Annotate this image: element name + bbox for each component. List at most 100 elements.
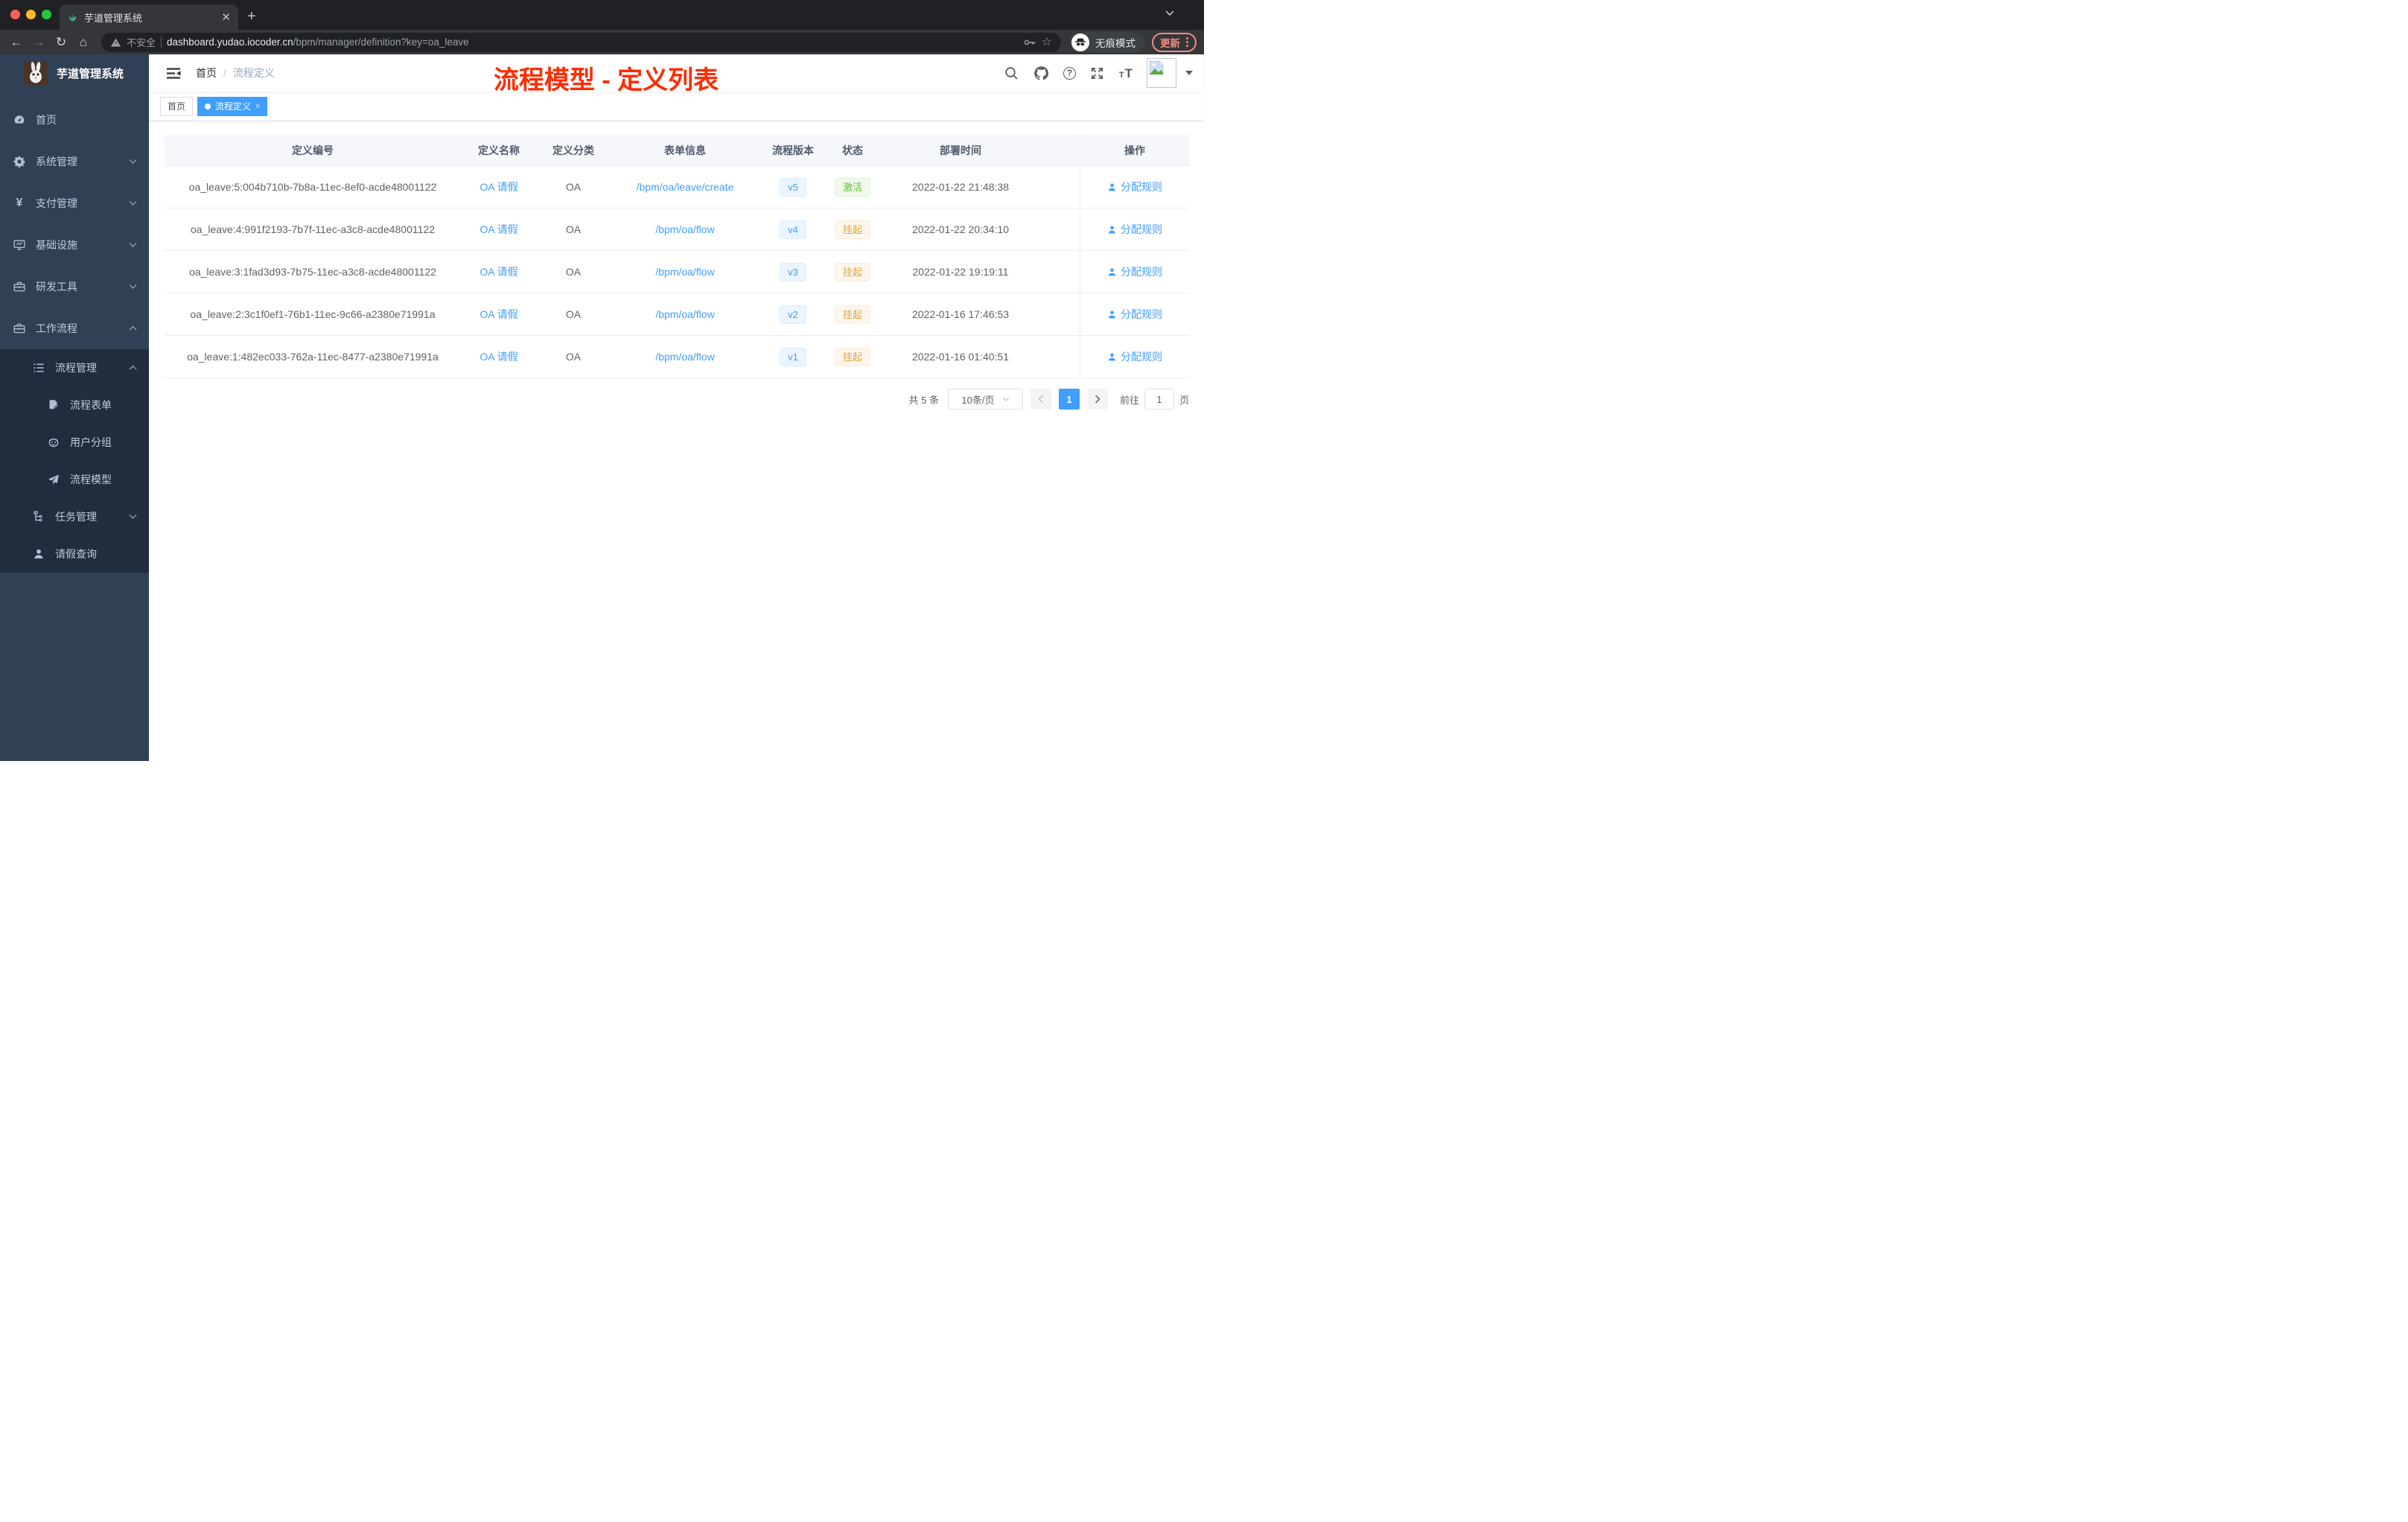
zoom-window-button[interactable] bbox=[42, 10, 51, 19]
version-badge: v1 bbox=[780, 347, 806, 366]
navbar-actions: ? TT bbox=[1004, 58, 1193, 88]
incognito-icon bbox=[1071, 33, 1089, 51]
chevron-down-icon bbox=[129, 284, 137, 290]
definition-name-link[interactable]: OA 请假 bbox=[480, 223, 517, 235]
tag-process-definition[interactable]: 流程定义 × bbox=[197, 96, 268, 116]
chevron-down-icon bbox=[129, 201, 137, 206]
form-link[interactable]: /bpm/oa/flow bbox=[655, 351, 714, 363]
form-icon bbox=[48, 399, 60, 411]
status-badge: 挂起 bbox=[834, 347, 870, 366]
chevron-right-icon bbox=[1095, 395, 1101, 404]
user-icon bbox=[33, 548, 45, 560]
sidebar-logo[interactable]: 芋道管理系统 bbox=[0, 54, 149, 92]
tag-home[interactable]: 首页 bbox=[160, 96, 194, 116]
page-number-button[interactable]: 1 bbox=[1058, 389, 1080, 410]
sidebar-item-process-form[interactable]: 流程表单 bbox=[0, 386, 149, 424]
tab-title: 芋道管理系统 bbox=[84, 12, 143, 24]
sidebar-item-task-mgmt[interactable]: 任务管理 bbox=[0, 498, 149, 535]
page-size-select[interactable]: 10条/页 bbox=[947, 389, 1023, 410]
gear-icon bbox=[13, 156, 25, 168]
app-root: 芋道管理系统 首页 系统管理 ¥ 支付管理 基础设施 研发工具 工作流程 流程管… bbox=[0, 54, 1204, 761]
sidebar-item-devtools[interactable]: 研发工具 bbox=[0, 266, 149, 308]
form-link[interactable]: /bpm/oa/flow bbox=[655, 308, 714, 320]
prev-page-button[interactable] bbox=[1030, 389, 1051, 410]
tab-search-chevron-icon[interactable] bbox=[1165, 10, 1174, 16]
sidebar-item-process-model[interactable]: 流程模型 bbox=[0, 461, 149, 498]
tag-close-icon[interactable]: × bbox=[255, 102, 260, 111]
form-link[interactable]: /bpm/oa/flow bbox=[655, 223, 714, 235]
form-link[interactable]: /bpm/oa/flow bbox=[655, 266, 714, 278]
browser-menu-icon[interactable] bbox=[1186, 37, 1188, 47]
home-icon[interactable]: ⌂ bbox=[74, 36, 92, 48]
incognito-badge: 无痕模式 bbox=[1070, 31, 1144, 53]
github-icon[interactable] bbox=[1033, 65, 1050, 81]
deploy-time: 2022-01-16 01:40:51 bbox=[912, 351, 1009, 363]
assign-rule-link[interactable]: 分配规则 bbox=[1107, 307, 1162, 322]
main-area: 首页 / 流程定义 流程模型 - 定义列表 ? TT 首页 流程定义 × 定义编… bbox=[149, 54, 1204, 761]
definition-name-link[interactable]: OA 请假 bbox=[480, 308, 517, 320]
definition-id: oa_leave:2:3c1f0ef1-76b1-11ec-9c66-a2380… bbox=[190, 308, 436, 320]
next-page-button[interactable] bbox=[1086, 389, 1108, 410]
version-badge: v2 bbox=[780, 305, 806, 324]
dashboard-icon bbox=[13, 114, 25, 126]
deploy-time: 2022-01-22 20:34:10 bbox=[912, 223, 1009, 235]
form-link[interactable]: /bpm/oa/leave/create bbox=[637, 181, 734, 193]
active-tag-dot bbox=[205, 103, 211, 109]
definition-name-link[interactable]: OA 请假 bbox=[480, 181, 517, 193]
goto-page-input[interactable] bbox=[1144, 389, 1174, 410]
assign-rule-link[interactable]: 分配规则 bbox=[1107, 222, 1162, 237]
url-text: dashboard.yudao.iocoder.cn/bpm/manager/d… bbox=[167, 36, 1018, 48]
sidebar-item-process-mgmt[interactable]: 流程管理 bbox=[0, 349, 149, 386]
app-navbar: 首页 / 流程定义 流程模型 - 定义列表 ? TT bbox=[149, 54, 1204, 95]
browser-tabstrip: 芋道管理系统 ✕ + bbox=[0, 0, 1204, 30]
deploy-time: 2022-01-22 19:19:11 bbox=[912, 266, 1009, 278]
font-size-icon[interactable]: TT bbox=[1119, 67, 1133, 80]
fullscreen-icon[interactable] bbox=[1089, 65, 1106, 81]
minimize-window-button[interactable] bbox=[26, 10, 36, 19]
address-bar[interactable]: 不安全 dashboard.yudao.iocoder.cn/bpm/manag… bbox=[101, 32, 1061, 52]
update-label: 更新 bbox=[1160, 37, 1180, 49]
pagination-total: 共 5 条 bbox=[908, 394, 939, 406]
new-tab-button[interactable]: + bbox=[247, 9, 256, 24]
pagination: 共 5 条 10条/页 1 前往 页 bbox=[164, 389, 1189, 410]
breadcrumb-home-link[interactable]: 首页 bbox=[196, 66, 217, 80]
sidebar-collapse-icon[interactable] bbox=[160, 67, 187, 80]
reload-icon[interactable]: ↻ bbox=[52, 36, 70, 48]
app-title: 芋道管理系统 bbox=[57, 67, 124, 80]
definition-name-link[interactable]: OA 请假 bbox=[480, 266, 517, 278]
avatar-caret-icon[interactable] bbox=[1185, 71, 1193, 75]
back-icon[interactable]: ← bbox=[7, 36, 25, 48]
assign-rule-link[interactable]: 分配规则 bbox=[1107, 179, 1162, 194]
chevron-left-icon bbox=[1038, 395, 1044, 404]
sidebar-item-infra[interactable]: 基础设施 bbox=[0, 224, 149, 266]
avatar[interactable] bbox=[1147, 58, 1176, 88]
bookmark-star-icon[interactable]: ☆ bbox=[1042, 36, 1052, 48]
url-domain: dashboard.yudao.iocoder.cn bbox=[167, 36, 293, 48]
logo-avatar bbox=[24, 61, 48, 85]
window-controls bbox=[10, 10, 51, 19]
goto-label: 前往 bbox=[1119, 394, 1139, 406]
briefcase-icon bbox=[13, 322, 25, 334]
sidebar-item-home[interactable]: 首页 bbox=[0, 99, 149, 141]
help-icon[interactable]: ? bbox=[1063, 66, 1076, 80]
sidebar-item-leave-query[interactable]: 请假查询 bbox=[0, 535, 149, 573]
tab-close-icon[interactable]: ✕ bbox=[221, 12, 231, 23]
browser-tab[interactable]: 芋道管理系统 ✕ bbox=[60, 4, 238, 30]
assign-rule-link[interactable]: 分配规则 bbox=[1107, 264, 1162, 279]
sidebar-item-user-group[interactable]: 用户分组 bbox=[0, 424, 149, 461]
assign-rule-link[interactable]: 分配规则 bbox=[1107, 349, 1162, 364]
table-header-row: 定义编号 定义名称 定义分类 表单信息 流程版本 状态 部署时间 操作 bbox=[164, 135, 1189, 166]
search-icon[interactable] bbox=[1004, 65, 1020, 81]
chrome-update-button[interactable]: 更新 bbox=[1152, 32, 1197, 52]
close-window-button[interactable] bbox=[10, 10, 20, 19]
sidebar-item-system[interactable]: 系统管理 bbox=[0, 141, 149, 182]
sidebar-item-workflow[interactable]: 工作流程 bbox=[0, 308, 149, 349]
sidebar-item-payment[interactable]: ¥ 支付管理 bbox=[0, 182, 149, 224]
version-badge: v4 bbox=[780, 220, 806, 239]
definition-name-link[interactable]: OA 请假 bbox=[480, 351, 517, 363]
url-path: /bpm/manager/definition?key=oa_leave bbox=[293, 36, 469, 48]
key-icon[interactable] bbox=[1023, 36, 1036, 48]
favicon-sprout-icon bbox=[67, 12, 78, 23]
forward-icon[interactable]: → bbox=[30, 36, 48, 48]
status-badge: 激活 bbox=[834, 177, 870, 197]
